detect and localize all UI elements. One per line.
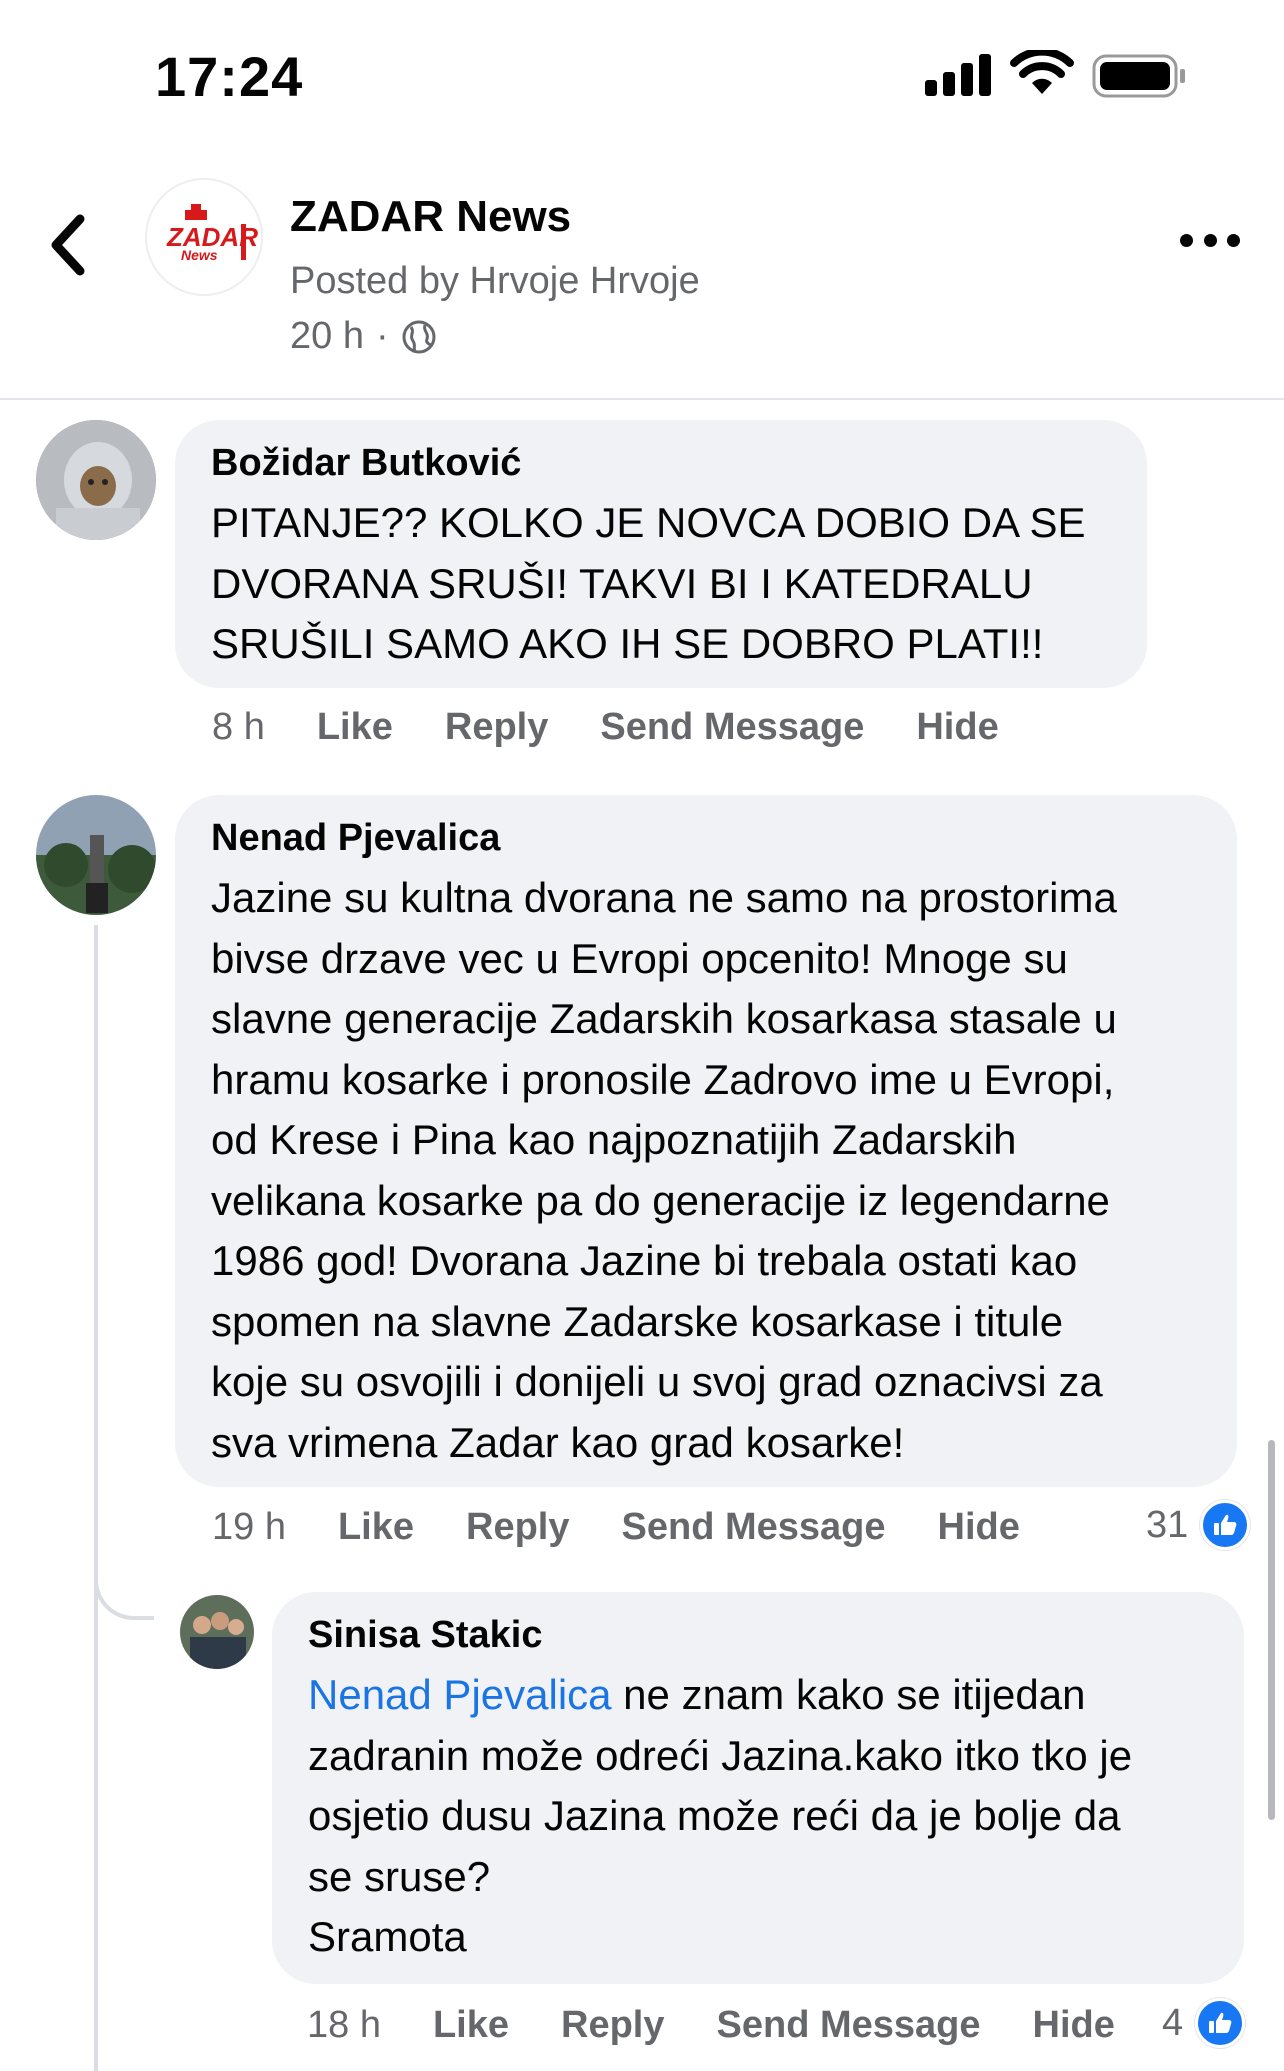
comment-time[interactable]: 8 h (212, 706, 265, 749)
separator-dot: · (375, 315, 389, 357)
battery-icon (1092, 54, 1188, 98)
back-button[interactable] (40, 205, 100, 285)
reaction-summary[interactable]: 31 (1146, 1497, 1251, 1553)
wifi-icon (1010, 47, 1074, 98)
commenter-avatar[interactable] (36, 420, 156, 540)
reply-button[interactable]: Reply (466, 1506, 569, 1549)
comment-author[interactable]: Božidar Butković (211, 442, 1111, 485)
send-message-button[interactable]: Send Message (717, 2004, 981, 2047)
comment-bubble: Božidar Butković PITANJE?? KOLKO JE NOVC… (175, 420, 1147, 688)
thumbs-up-icon (1195, 1998, 1246, 2048)
comment-text: Jazine su kultna dvorana ne samo na pros… (211, 874, 1117, 1466)
chevron-left-icon (51, 214, 85, 276)
dot (1203, 233, 1217, 247)
page-name[interactable]: ZADAR News (290, 192, 571, 242)
reply-thread-line (94, 925, 98, 2071)
post-meta: 20 h · (290, 315, 437, 358)
like-button[interactable]: Like (433, 2004, 509, 2047)
scrollbar[interactable] (1268, 1440, 1275, 1820)
comment-bubble: Sinisa Stakic Nenad Pjevalica ne znam ka… (272, 1592, 1244, 1984)
hide-button[interactable]: Hide (938, 1506, 1020, 1549)
dot (1180, 233, 1193, 247)
comment-text: PITANJE?? KOLKO JE NOVCA DOBIO DA SE DVO… (211, 499, 1086, 667)
reaction-summary[interactable]: 4 (1162, 1995, 1246, 2051)
reaction-count: 31 (1146, 1503, 1189, 1546)
like-button[interactable]: Like (317, 706, 393, 749)
svg-text:News: News (181, 247, 218, 263)
commenter-avatar[interactable] (180, 1595, 254, 1669)
reply-button[interactable]: Reply (561, 2004, 664, 2047)
comment-actions: 18 h Like Reply Send Message Hide (307, 1998, 1167, 2052)
thumbs-up-icon (1200, 1500, 1251, 1550)
comment-actions: 19 h Like Reply Send Message Hide (212, 1500, 1072, 1554)
posted-by: Posted by Hrvoje Hrvoje (290, 260, 700, 302)
reply-thread-connector (94, 1550, 154, 1620)
post-header: ZADAR News ZADAR News Posted by Hrvoje H… (0, 150, 1284, 400)
hide-button[interactable]: Hide (916, 706, 998, 749)
status-bar: 17:24 (0, 0, 1284, 150)
globe-icon (402, 320, 436, 353)
reply-button[interactable]: Reply (445, 706, 548, 749)
comment-actions: 8 h Like Reply Send Message Hide (212, 700, 1051, 754)
mention-link[interactable]: Nenad Pjevalica (308, 1671, 612, 1718)
commenter-avatar[interactable] (36, 795, 156, 915)
reaction-count: 4 (1162, 2001, 1184, 2044)
status-time: 17:24 (155, 45, 304, 108)
zadar-news-logo: ZADAR News (166, 204, 258, 263)
page-avatar[interactable]: ZADAR News (145, 178, 263, 296)
send-message-button[interactable]: Send Message (600, 706, 864, 749)
comment-bubble: Nenad Pjevalica Jazine su kultna dvorana… (175, 795, 1237, 1487)
comment-author[interactable]: Sinisa Stakic (308, 1614, 1208, 1657)
dot (1227, 233, 1240, 247)
send-message-button[interactable]: Send Message (622, 1506, 886, 1549)
comment-time[interactable]: 19 h (212, 1506, 286, 1549)
comment-time[interactable]: 18 h (307, 2004, 381, 2047)
comment-text: Nenad Pjevalica ne znam kako se itijedan… (308, 1665, 1208, 1968)
hide-button[interactable]: Hide (1033, 2004, 1115, 2047)
more-options-button[interactable] (1180, 220, 1240, 260)
post-time: 20 h (290, 315, 364, 357)
comment-author[interactable]: Nenad Pjevalica (211, 817, 1201, 860)
like-button[interactable]: Like (338, 1506, 414, 1549)
cellular-signal-icon (925, 54, 993, 96)
